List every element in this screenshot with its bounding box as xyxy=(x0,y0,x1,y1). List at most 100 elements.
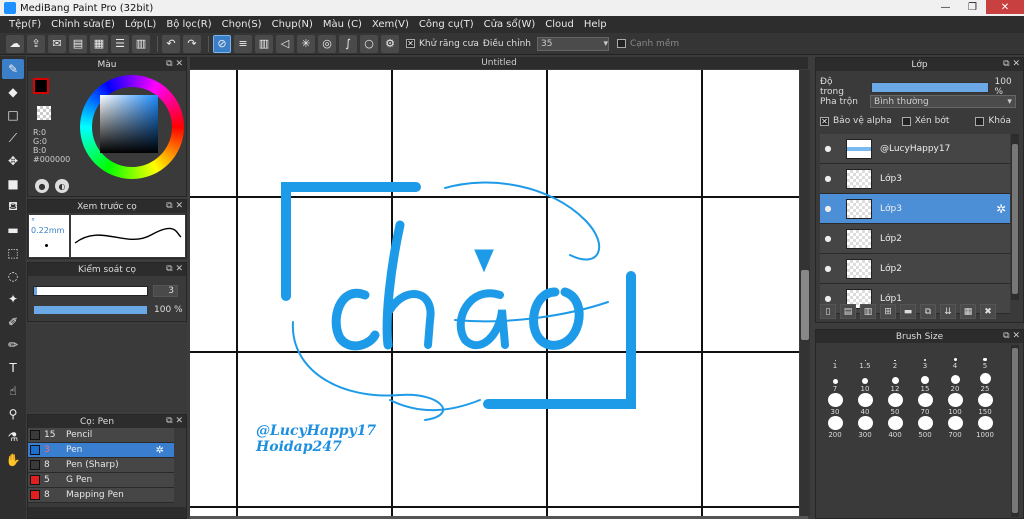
menu-cloud[interactable]: Cloud xyxy=(540,19,579,30)
bucket-tool-icon[interactable]: ⛾ xyxy=(2,197,24,217)
brush-size-option[interactable]: 20 xyxy=(940,370,970,393)
layer-visibility-icon[interactable]: ● xyxy=(820,234,836,243)
panel-close-icon[interactable]: ⧉ ✕ xyxy=(166,59,183,69)
layer-visibility-icon[interactable]: ● xyxy=(820,174,836,183)
smooth-toggle[interactable]: Cạnh mềm xyxy=(616,39,679,49)
brush-size-option[interactable]: 1000 xyxy=(970,416,1000,439)
adjust-select[interactable]: 35 ▾ xyxy=(536,36,609,51)
brush-size-option[interactable]: 500 xyxy=(910,416,940,439)
redo-icon[interactable]: ↷ xyxy=(183,34,201,53)
layer-row[interactable]: ● Lớp2 xyxy=(820,224,1010,254)
radial-snap-icon[interactable]: ✳ xyxy=(297,34,315,53)
page-icon[interactable]: ▤ xyxy=(69,34,87,53)
drawing-canvas[interactable]: @LucyHappy17 Hoidap247 xyxy=(190,70,799,516)
brush-size-option[interactable]: 2 xyxy=(880,347,910,370)
brush-size-scrollbar[interactable] xyxy=(1011,345,1019,517)
lock-checkbox[interactable] xyxy=(975,116,985,126)
background-color-swatch[interactable] xyxy=(37,106,51,120)
size-value[interactable]: 3 xyxy=(153,285,178,297)
layer-visibility-icon[interactable]: ● xyxy=(820,204,836,213)
clipping-checkbox[interactable] xyxy=(901,116,911,126)
rectangle-tool-icon[interactable]: □ xyxy=(2,105,24,125)
antialias-toggle[interactable]: ✕ Khử răng cưa xyxy=(406,39,479,49)
eraser-tool-icon[interactable]: ◆ xyxy=(2,82,24,102)
new-layer-icon[interactable]: ▯ xyxy=(820,304,836,319)
parallel-snap-icon[interactable]: ≡ xyxy=(234,34,252,53)
brush-size-option[interactable]: 5 xyxy=(970,347,1000,370)
circle-snap-icon[interactable]: ○ xyxy=(360,34,378,53)
close-button[interactable]: ✕ xyxy=(986,0,1024,14)
select-pen-icon[interactable]: ✐ xyxy=(2,312,24,332)
brush-size-option[interactable]: 10 xyxy=(850,370,880,393)
brush-size-option[interactable]: 200 xyxy=(820,416,850,439)
brush-size-option[interactable]: 4 xyxy=(940,347,970,370)
brush-size-option[interactable]: 50 xyxy=(880,393,910,416)
menu-color[interactable]: Màu (C) xyxy=(318,19,367,30)
brush-size-option[interactable]: 700 xyxy=(940,416,970,439)
palette-icon[interactable]: ● xyxy=(35,179,49,193)
opacity-slider[interactable] xyxy=(33,305,148,315)
operation-tool-icon[interactable]: ☝ xyxy=(2,381,24,401)
perspective-snap-icon[interactable]: ◁ xyxy=(276,34,294,53)
antialias-checkbox[interactable]: ✕ xyxy=(406,39,415,48)
menu-help[interactable]: Help xyxy=(579,19,612,30)
smooth-checkbox[interactable] xyxy=(616,39,626,48)
settings-icon[interactable]: ⚙ xyxy=(381,34,399,53)
brush-size-option[interactable]: 100 xyxy=(940,393,970,416)
brush-size-scroll-thumb[interactable] xyxy=(1012,348,1018,513)
brush-size-option[interactable]: 7 xyxy=(820,370,850,393)
delete-layer-icon[interactable]: ✖ xyxy=(980,304,996,319)
brush-size-option[interactable]: 150 xyxy=(970,393,1000,416)
duplicate-layer-icon[interactable]: ⧉ xyxy=(920,304,936,319)
menu-window[interactable]: Cửa sổ(W) xyxy=(479,19,541,30)
new-8bit-layer-icon[interactable]: ▥ xyxy=(860,304,876,319)
select-eraser-icon[interactable]: ✏ xyxy=(2,335,24,355)
menu-layer[interactable]: Lớp(L) xyxy=(120,19,161,30)
menu-select[interactable]: Chọn(S) xyxy=(217,19,267,30)
layer-settings-gear-icon[interactable]: ✲ xyxy=(996,202,1006,216)
saturation-value-square[interactable] xyxy=(100,95,158,153)
brush-item[interactable]: 8 Pen (Sharp) xyxy=(28,458,174,473)
layer-row[interactable]: ● Lớp3 ✲ xyxy=(820,194,1010,224)
magic-wand-icon[interactable]: ✦ xyxy=(2,289,24,309)
line-tool-icon[interactable]: ⟋ xyxy=(2,128,24,148)
brush-size-option[interactable]: 25 xyxy=(970,370,1000,393)
panel-close-icon[interactable]: ⧉ ✕ xyxy=(166,264,183,274)
panel-close-icon[interactable]: ⧉ ✕ xyxy=(166,416,183,426)
brush-size-option[interactable]: 400 xyxy=(880,416,910,439)
gradient-tool-icon[interactable]: ▬ xyxy=(2,220,24,240)
layer-visibility-icon[interactable]: ● xyxy=(820,264,836,273)
cloud-icon[interactable]: ☁ xyxy=(6,34,24,53)
menu-file[interactable]: Tệp(F) xyxy=(4,19,46,30)
layer-visibility-icon[interactable]: ● xyxy=(820,294,836,303)
undo-icon[interactable]: ↶ xyxy=(162,34,180,53)
panel-close-icon[interactable]: ⧉ ✕ xyxy=(1003,59,1020,69)
share-icon[interactable]: ⇪ xyxy=(27,34,45,53)
brush-size-option[interactable]: 1.5 xyxy=(850,347,880,370)
menu-edit[interactable]: Chỉnh sửa(E) xyxy=(46,19,120,30)
brush-item[interactable]: 15 Pencil xyxy=(28,428,174,443)
pipette-tool-icon[interactable]: ⚗ xyxy=(2,427,24,447)
comment-icon[interactable]: ✉ xyxy=(48,34,66,53)
document-icon[interactable]: ▦ xyxy=(90,34,108,53)
layer-row[interactable]: ● @LucyHappy17 xyxy=(820,134,1010,164)
layer-visibility-icon[interactable]: ● xyxy=(820,144,836,153)
brush-size-option[interactable]: 15 xyxy=(910,370,940,393)
move-tool-icon[interactable]: ✥ xyxy=(2,151,24,171)
brush-size-option[interactable]: 1 xyxy=(820,347,850,370)
brush-size-option[interactable]: 300 xyxy=(850,416,880,439)
brush-tool-icon[interactable]: ✎ xyxy=(2,59,24,79)
dropper-tool-icon[interactable]: ⚲ xyxy=(2,404,24,424)
menu-view[interactable]: Xem(V) xyxy=(367,19,414,30)
layer-row[interactable]: ● Lớp3 xyxy=(820,164,1010,194)
canvas-vertical-scrollbar[interactable] xyxy=(800,70,810,516)
protect-alpha-checkbox[interactable]: ✕ xyxy=(820,116,829,126)
maximize-button[interactable]: ❐ xyxy=(959,0,986,14)
trash-icon[interactable]: ▥ xyxy=(132,34,150,53)
brush-size-option[interactable]: 40 xyxy=(850,393,880,416)
panel-close-icon[interactable]: ⧉ ✕ xyxy=(1003,331,1020,341)
hue-wheel[interactable] xyxy=(80,75,184,179)
canvas-scroll-thumb[interactable] xyxy=(801,270,809,340)
panel-close-icon[interactable]: ⧉ ✕ xyxy=(166,201,183,211)
foreground-color-swatch[interactable] xyxy=(33,78,49,94)
